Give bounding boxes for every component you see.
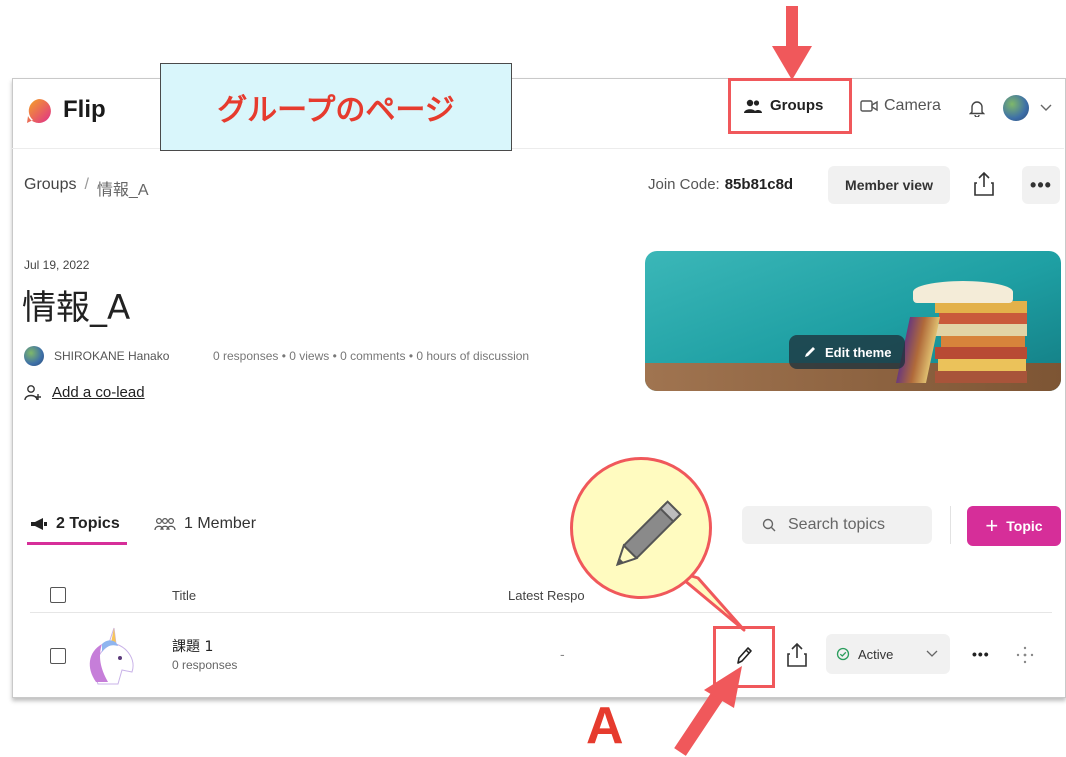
topic-latest-response: - (560, 646, 565, 662)
more-icon: ••• (1030, 174, 1052, 195)
logo-icon[interactable] (24, 96, 54, 126)
camera-nav-button[interactable]: Camera (860, 97, 941, 115)
books-illustration (935, 301, 1027, 385)
header-divider (30, 612, 1052, 613)
join-code: Join Code: 85b81c8d (648, 176, 793, 193)
status-chevron-icon (926, 650, 938, 657)
logo-text[interactable]: Flip (63, 96, 106, 124)
unicorn-thumbnail (89, 627, 134, 685)
camera-nav-label: Camera (884, 97, 941, 114)
breadcrumb: Groups / 情報_A (24, 176, 149, 200)
breadcrumb-separator: / (84, 176, 89, 193)
group-title: 情報_A (22, 288, 131, 328)
join-code-label: Join Code: (648, 176, 720, 193)
more-options-button[interactable]: ••• (1022, 166, 1060, 204)
down-arrow-annotation (772, 6, 812, 80)
column-header-latest[interactable]: Latest Respo (508, 588, 585, 603)
members-icon (154, 517, 176, 531)
active-tab-indicator (27, 542, 127, 545)
member-view-button[interactable]: Member view (828, 166, 950, 204)
tab-members[interactable]: 1 Member (154, 515, 256, 533)
group-theme-banner: Edit theme (645, 251, 1061, 391)
page-callout-label: グループのページ (160, 63, 512, 151)
status-label: Active (858, 646, 894, 662)
add-colead-link[interactable]: Add a co-lead (52, 384, 145, 401)
add-topic-button[interactable]: + Topic (967, 506, 1061, 546)
marker-letter: A (586, 697, 624, 755)
breadcrumb-current: 情報_A (96, 182, 149, 199)
select-all-checkbox[interactable] (50, 587, 66, 603)
plus-icon: + (985, 513, 999, 538)
megaphone-icon (31, 518, 47, 530)
share-icon[interactable] (973, 171, 995, 197)
check-circle-icon (836, 647, 850, 661)
add-user-icon (24, 385, 41, 401)
avatar[interactable] (1003, 95, 1029, 121)
row-checkbox[interactable] (50, 648, 66, 664)
topic-title[interactable]: 課題 1 (172, 636, 213, 656)
group-date: Jul 19, 2022 (24, 258, 90, 272)
group-stats: 0 responses • 0 views • 0 comments • 0 h… (213, 349, 530, 363)
topic-responses: 0 responses (172, 658, 238, 672)
groups-icon (744, 99, 762, 113)
row-more-icon[interactable]: ••• (972, 646, 990, 662)
pointer-arrow-annotation (674, 666, 742, 756)
tab-topics[interactable]: 2 Topics (30, 515, 120, 533)
search-icon (762, 518, 776, 532)
drag-handle-icon[interactable] (1016, 646, 1034, 664)
search-topics-input[interactable]: Search topics (742, 506, 932, 544)
row-share-icon[interactable] (786, 642, 808, 668)
join-code-value[interactable]: 85b81c8d (725, 176, 793, 193)
column-header-title[interactable]: Title (172, 588, 196, 603)
edit-theme-button[interactable]: Edit theme (789, 335, 906, 369)
bell-icon[interactable] (969, 99, 985, 117)
chevron-down-icon[interactable] (1040, 104, 1052, 112)
camera-icon (860, 100, 878, 112)
tab-members-label: 1 Member (184, 515, 257, 532)
status-dropdown[interactable]: Active (826, 634, 950, 674)
pencil-icon (805, 347, 815, 357)
tab-topics-label: 2 Topics (56, 515, 120, 532)
toolbar-divider (950, 506, 951, 544)
groups-nav-label: Groups (770, 97, 824, 114)
search-placeholder: Search topics (788, 516, 885, 533)
groups-nav-button[interactable]: Groups (744, 97, 823, 114)
large-pencil-icon (615, 500, 682, 567)
owner-name[interactable]: SHIROKANE Hanako (54, 349, 169, 363)
edit-theme-label: Edit theme (825, 344, 892, 360)
open-book (913, 281, 1013, 303)
add-topic-label: Topic (1006, 518, 1043, 534)
breadcrumb-root[interactable]: Groups (24, 176, 76, 200)
owner-avatar (24, 346, 44, 366)
